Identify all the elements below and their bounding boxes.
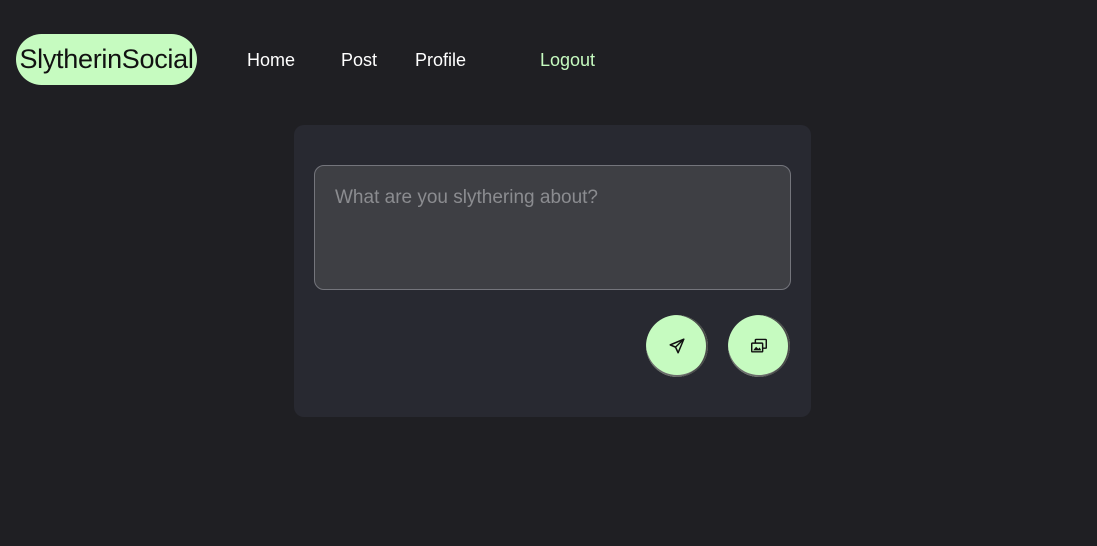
nav-profile-link[interactable]: Profile [415, 48, 466, 72]
images-icon [750, 338, 768, 354]
brand-logo-button[interactable]: SlytherinSocial [16, 34, 197, 85]
nav-logout-link[interactable]: Logout [540, 48, 595, 72]
post-text-input[interactable] [314, 165, 791, 290]
top-navbar: SlytherinSocial Home Post Profile Logout [0, 0, 1097, 120]
add-media-button[interactable] [728, 315, 790, 377]
nav-home-link[interactable]: Home [247, 48, 295, 72]
nav-post-link[interactable]: Post [341, 48, 377, 72]
post-composer-card [294, 125, 811, 417]
send-post-button[interactable] [646, 315, 708, 377]
paper-plane-icon [668, 337, 686, 355]
